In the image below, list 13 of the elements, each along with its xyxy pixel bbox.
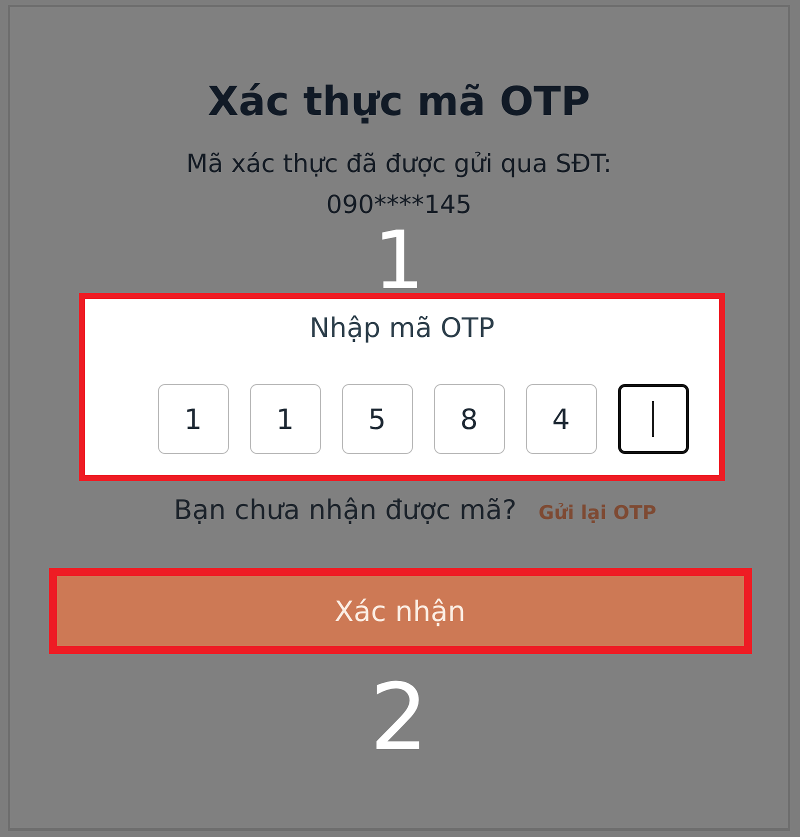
step-number: 2 xyxy=(370,672,428,764)
otp-digit-field[interactable]: 1 xyxy=(158,384,228,454)
phone-number: 090****145 xyxy=(326,190,472,219)
dialog-title: Xác thực mã OTP xyxy=(208,79,590,125)
otp-digit-field[interactable]: 8 xyxy=(434,384,504,454)
message-text: Mã xác thực đã được gửi qua SĐT: xyxy=(186,149,612,178)
resend-prompt: Bạn chưa nhận được mã? xyxy=(174,495,517,526)
otp-digit-field[interactable]: 1 xyxy=(250,384,320,454)
otp-digit-field[interactable]: 4 xyxy=(526,384,596,454)
otp-digit-field[interactable] xyxy=(618,384,688,454)
otp-digit-field[interactable]: 5 xyxy=(342,384,412,454)
otp-label: Nhập mã OTP xyxy=(309,313,495,344)
step-number: 1 xyxy=(374,221,424,293)
